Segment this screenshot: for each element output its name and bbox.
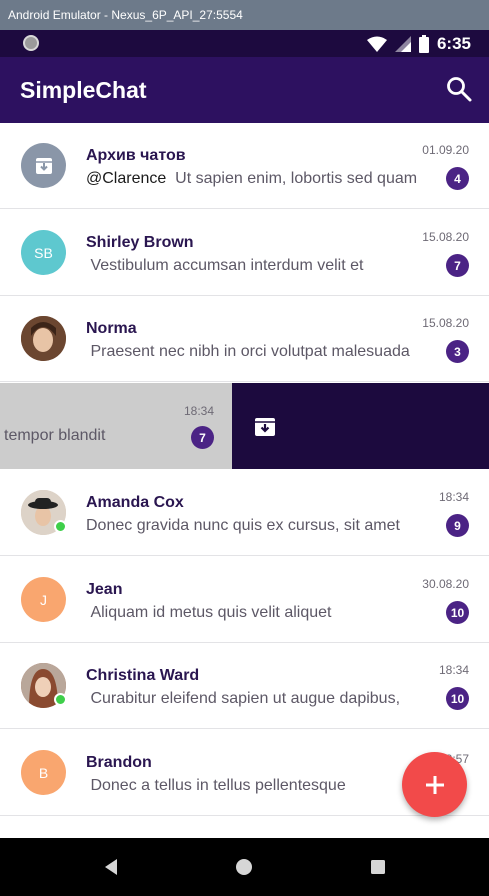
avatar: SB — [21, 230, 66, 275]
swiped-chat-card[interactable]: tempor blandit 18:34 7 — [0, 383, 232, 469]
chat-row[interactable]: J Jean Aliquam id metus quis velit aliqu… — [0, 557, 489, 643]
wifi-icon — [366, 36, 387, 52]
unread-badge: 9 — [446, 514, 469, 537]
chat-row[interactable]: Norma Praesent nec nibh in orci volutpat… — [0, 296, 489, 382]
chat-row[interactable]: Christina Ward Curabitur eleifend sapien… — [0, 643, 489, 729]
chat-row[interactable] — [0, 817, 489, 838]
chat-row-archive[interactable]: Архив чатов @Clarence Ut sapien enim, lo… — [0, 123, 489, 209]
chat-date: 18:34 — [438, 490, 469, 504]
unread-badge: 10 — [446, 687, 469, 710]
status-icons: 6:35 — [366, 33, 471, 55]
chat-preview-text: Ut sapien enim, lobortis sed quam — [175, 170, 418, 187]
recents-icon[interactable] — [367, 856, 389, 878]
search-icon[interactable] — [445, 75, 473, 103]
chat-mention: @Clarence — [86, 170, 167, 187]
notification-dot-icon — [23, 35, 39, 51]
chat-row[interactable]: SB Shirley Brown Vestibulum accumsan int… — [0, 210, 489, 296]
chat-preview-text: tempor blandit — [4, 427, 106, 444]
chat-date: 15.08.20 — [422, 230, 469, 244]
new-chat-fab[interactable] — [402, 752, 467, 817]
chat-name: Brandon — [86, 754, 152, 771]
chat-date: 18:34 — [438, 663, 469, 677]
chat-preview-text: Curabitur eleifend sapien ut augue dapib… — [90, 690, 401, 707]
back-icon[interactable] — [100, 856, 122, 878]
chat-list[interactable]: Архив чатов @Clarence Ut sapien enim, lo… — [0, 123, 489, 838]
chat-preview: Praesent nec nibh in orci volutpat males… — [86, 343, 431, 361]
avatar: B — [21, 750, 66, 795]
emulator-window-title: Android Emulator - Nexus_6P_API_27:5554 — [0, 0, 489, 30]
unread-badge: 4 — [446, 167, 469, 190]
unread-badge: 3 — [446, 340, 469, 363]
chat-preview: @Clarence Ut sapien enim, lobortis sed q… — [86, 170, 431, 188]
chat-name: Архив чатов — [86, 147, 186, 164]
unread-badge: 7 — [446, 254, 469, 277]
user-photo-icon — [21, 316, 66, 361]
chat-name: Christina Ward — [86, 667, 200, 684]
home-icon[interactable] — [233, 856, 255, 878]
chat-preview-text: Donec a tellus in tellus pellentesque — [90, 777, 346, 794]
chat-preview: Aliquam id metus quis velit aliquet — [86, 604, 431, 622]
avatar — [21, 490, 67, 535]
swiped-chat-row[interactable]: tempor blandit 18:34 7 — [0, 383, 489, 469]
chat-preview: Donec gravida nunc quis ex cursus, sit a… — [86, 517, 431, 535]
chat-preview: Vestibulum accumsan interdum velit et — [86, 257, 431, 275]
unread-badge: 10 — [446, 601, 469, 624]
status-time: 6:35 — [436, 34, 471, 53]
chat-preview: Curabitur eleifend sapien ut augue dapib… — [86, 690, 431, 708]
avatar — [21, 316, 66, 361]
chat-date: 18:34 — [183, 404, 214, 418]
chat-date: 01.09.20 — [422, 143, 469, 157]
chat-preview-text: Praesent nec nibh in orci volutpat males… — [90, 343, 410, 360]
app-bar: SimpleChat — [0, 57, 489, 123]
online-indicator — [54, 520, 67, 533]
battery-icon — [418, 35, 429, 53]
status-bar: 6:35 — [0, 30, 489, 57]
archive-avatar — [21, 143, 66, 188]
chat-preview-text: Aliquam id metus quis velit aliquet — [90, 604, 332, 621]
cell-signal-icon — [394, 36, 411, 52]
system-nav-bar — [0, 838, 489, 896]
avatar — [21, 663, 67, 708]
chat-name: Jean — [86, 581, 123, 598]
chat-name: Shirley Brown — [86, 234, 194, 251]
online-indicator — [54, 693, 67, 706]
chat-name: Amanda Cox — [86, 494, 184, 511]
chat-row[interactable]: Amanda Cox Donec gravida nunc quis ex cu… — [0, 470, 489, 556]
chat-preview-text: Vestibulum accumsan interdum velit et — [90, 257, 364, 274]
unread-badge: 7 — [191, 426, 214, 449]
archive-icon — [35, 157, 52, 174]
archive-icon[interactable] — [254, 415, 276, 437]
avatar: J — [21, 577, 66, 622]
chat-date: 30.08.20 — [422, 577, 469, 591]
chat-date: 15.08.20 — [422, 316, 469, 330]
app-title: SimpleChat — [20, 77, 147, 103]
chat-name: Norma — [86, 320, 137, 337]
chat-preview: Donec a tellus in tellus pellentesque — [86, 777, 431, 795]
plus-icon — [425, 775, 444, 794]
chat-preview-text: Donec gravida nunc quis ex cursus, sit a… — [86, 517, 400, 534]
